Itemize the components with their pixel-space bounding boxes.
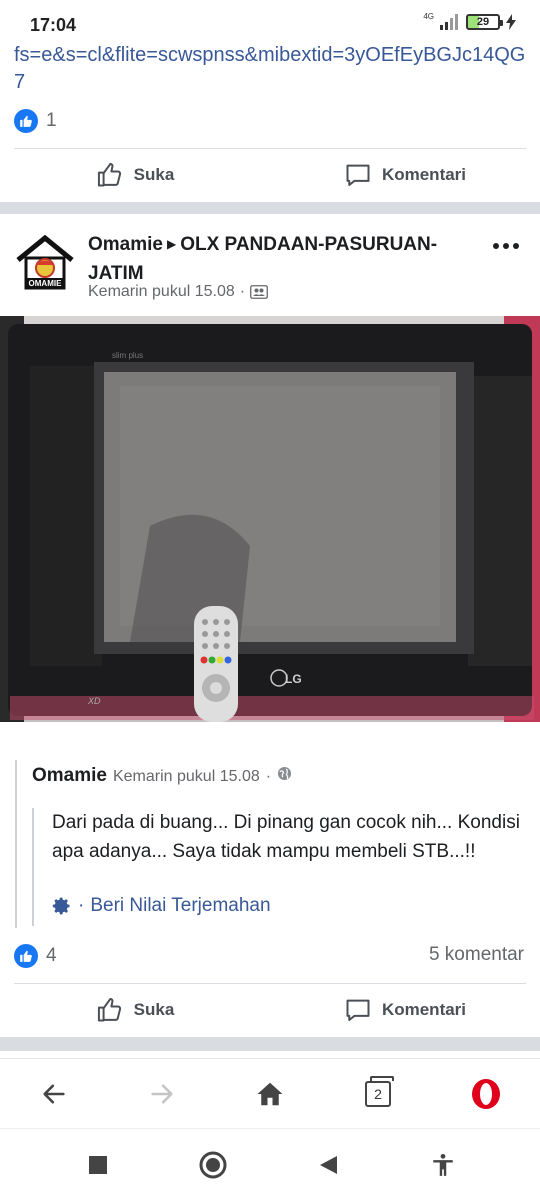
thumbs-up-icon	[97, 163, 121, 187]
shared-link-text[interactable]: fs=e&s=cl&flite=scwspnss&mibextid=3yOEfE…	[14, 42, 530, 96]
system-navigation-bar	[0, 1128, 540, 1200]
opera-menu-button[interactable]	[456, 1064, 516, 1124]
meta-dot: ·	[239, 283, 246, 300]
comment-author[interactable]: Omamie	[32, 765, 107, 787]
accessibility-button[interactable]	[413, 1135, 473, 1195]
post-timestamp[interactable]: Kemarin pukul 15.08	[88, 283, 235, 301]
meta-dot: ·	[265, 768, 272, 785]
post-title: Omamie ▶ OLX PANDAAN-PASURUAN-JATIM	[88, 231, 488, 287]
like-label: Suka	[133, 1000, 175, 1019]
back-arrow-icon	[43, 1084, 65, 1103]
status-time: 17:04	[30, 15, 77, 35]
comment-button[interactable]: Komentari	[270, 150, 540, 200]
home-icon	[257, 1082, 283, 1105]
accessibility-icon	[432, 1153, 453, 1176]
battery-level: 29	[476, 16, 490, 28]
feed-separator	[0, 202, 540, 214]
post-action-bar: Suka Komentari	[0, 985, 540, 1035]
more-dot	[503, 243, 509, 249]
home-button[interactable]	[240, 1064, 300, 1124]
comment-button[interactable]: Komentari	[270, 985, 540, 1035]
divider	[14, 148, 526, 149]
comment-bubble-icon	[346, 999, 370, 1021]
like-button[interactable]: Suka	[0, 150, 270, 200]
home-circle-icon	[199, 1151, 226, 1178]
caret-right-icon: ▶	[166, 237, 177, 251]
post-like-count: 4	[46, 945, 57, 966]
forward-button[interactable]	[132, 1064, 192, 1124]
prev-like-count: 1	[46, 110, 57, 131]
recents-square-icon	[88, 1155, 107, 1174]
rate-translation-label: Beri Nilai Terjemahan	[90, 895, 271, 916]
post-photo[interactable]: slim plus LG XD	[0, 316, 540, 722]
tabs-button[interactable]: 2	[348, 1064, 408, 1124]
more-options-button[interactable]	[490, 234, 522, 258]
signal-icon	[440, 14, 458, 30]
rate-translation-link[interactable]: · Beri Nilai Terjemahan	[52, 895, 271, 917]
prev-action-bar: Suka Komentari	[0, 150, 540, 200]
prev-reaction-summary[interactable]: 1	[14, 108, 57, 134]
post-reaction-summary[interactable]: 4	[14, 943, 57, 969]
more-dot	[513, 243, 519, 249]
back-triangle-icon	[319, 1155, 337, 1174]
system-home-button[interactable]	[183, 1135, 243, 1195]
tab-count-label: 2	[374, 1085, 382, 1102]
meta-dot: ·	[78, 895, 85, 916]
charging-bolt-icon	[506, 14, 516, 30]
comment-label: Komentari	[381, 165, 467, 184]
comment-quote-rule	[32, 808, 34, 926]
battery-icon: 29	[466, 14, 503, 30]
like-reaction-icon	[14, 944, 38, 968]
more-dot	[493, 243, 499, 249]
divider	[14, 983, 526, 984]
status-bar: 17:04 4G 29	[0, 0, 540, 44]
globe-icon	[278, 766, 292, 781]
feed-separator	[0, 1037, 540, 1051]
avatar-logo-text: OMAMIE	[29, 279, 63, 288]
photo-brand-label: LG	[285, 672, 302, 686]
browser-toolbar: 2	[0, 1058, 540, 1128]
like-button[interactable]: Suka	[0, 985, 270, 1035]
photo-tag-label: XD	[87, 696, 101, 706]
network-type-label: 4G	[423, 12, 434, 21]
comment-bubble-icon	[346, 164, 370, 186]
group-members-icon	[250, 285, 268, 299]
system-back-button[interactable]	[298, 1135, 358, 1195]
photo-small-text: slim plus	[112, 351, 143, 360]
status-icons: 4G 29	[423, 12, 516, 30]
post-meta: Kemarin pukul 15.08 ·	[88, 283, 268, 301]
comment-count-link[interactable]: 5 komentar	[429, 944, 524, 966]
comment-text: Dari pada di buang... Di pinang gan coco…	[52, 812, 520, 862]
comment-header: Omamie Kemarin pukul 15.08 ·	[32, 765, 292, 787]
gear-icon	[52, 897, 70, 915]
like-label: Suka	[133, 165, 175, 184]
comment-thread-rule	[15, 760, 17, 928]
forward-arrow-icon	[151, 1084, 173, 1103]
opera-icon	[472, 1078, 500, 1109]
comment-timestamp[interactable]: Kemarin pukul 15.08	[113, 768, 260, 786]
comment-label: Komentari	[381, 1000, 467, 1019]
recents-button[interactable]	[68, 1135, 128, 1195]
avatar[interactable]: OMAMIE	[14, 232, 76, 294]
tabs-icon: 2	[365, 1075, 394, 1107]
back-button[interactable]	[24, 1064, 84, 1124]
thumbs-up-icon	[97, 998, 121, 1022]
like-reaction-icon	[14, 109, 38, 133]
post-author[interactable]: Omamie	[88, 234, 163, 255]
